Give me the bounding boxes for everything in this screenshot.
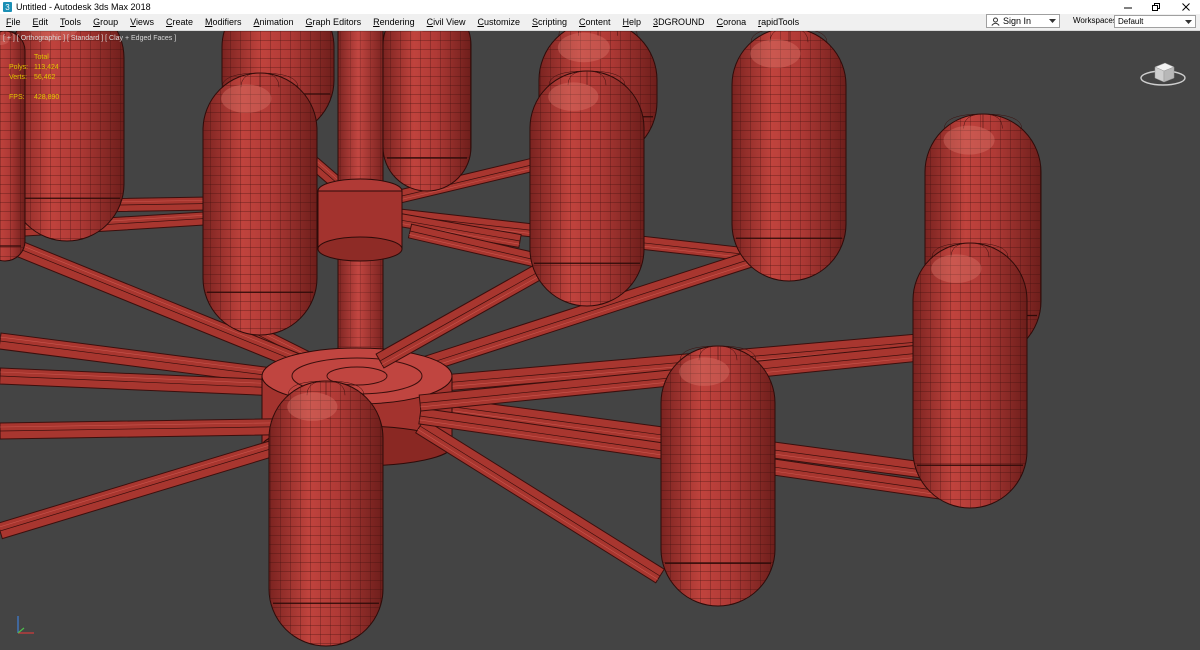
capsule-highlight: [548, 82, 599, 111]
workspaces-label: Workspaces:: [1073, 16, 1120, 25]
glass-capsule: [912, 242, 1028, 509]
title-bar: 3 Untitled - Autodesk 3ds Max 2018: [0, 0, 1200, 14]
capsule-wireframe: [269, 381, 383, 646]
verts-value: 56,462: [34, 74, 56, 81]
restore-icon: [1152, 3, 1160, 11]
menu-tools[interactable]: Tools: [54, 15, 87, 29]
glass-capsule: [382, 31, 472, 192]
chevron-down-icon: [1049, 19, 1056, 23]
polys-value: 113,424: [34, 64, 59, 71]
verts-label: Verts:: [9, 74, 27, 81]
menu-views[interactable]: Views: [124, 15, 160, 29]
menu-group[interactable]: Group: [87, 15, 124, 29]
capsule-highlight: [221, 84, 272, 113]
glass-capsule: [202, 72, 318, 336]
menu-civil-view[interactable]: Civil View: [421, 15, 472, 29]
glass-capsule: [529, 70, 645, 307]
axis-tripod-icon: [17, 616, 34, 634]
capsule-wireframe: [383, 31, 471, 191]
fps-label: FPS:: [9, 94, 25, 101]
menu-rapidtools[interactable]: rapidTools: [752, 15, 805, 29]
3dsmax-app-icon[interactable]: 3: [3, 2, 12, 12]
capsule-highlight: [931, 254, 982, 283]
menu-file[interactable]: File: [0, 15, 27, 29]
viewport-label-menu[interactable]: [ + ] [ Orthographic ] [ Standard ] [ Cl…: [3, 34, 176, 43]
user-icon: [991, 17, 1000, 26]
capsule-highlight: [750, 39, 801, 68]
capsule-wireframe: [913, 243, 1027, 508]
fps-value: 428,890: [34, 94, 60, 101]
chevron-down-icon: [1185, 20, 1192, 24]
glass-capsule: [660, 345, 776, 607]
restore-button[interactable]: [1146, 0, 1166, 14]
menu-content[interactable]: Content: [573, 15, 617, 29]
capsule-wireframe: [732, 31, 846, 281]
viewcube-icon[interactable]: [1138, 51, 1188, 91]
stats-header: Total: [34, 54, 49, 61]
capsule-highlight: [557, 32, 610, 63]
menu-create[interactable]: Create: [160, 15, 199, 29]
close-icon: [1182, 3, 1190, 11]
menu-help[interactable]: Help: [617, 15, 648, 29]
menu-rendering[interactable]: Rendering: [367, 15, 421, 29]
capsule-highlight: [943, 125, 995, 155]
window-title: Untitled - Autodesk 3ds Max 2018: [16, 2, 151, 12]
menu-modifiers[interactable]: Modifiers: [199, 15, 248, 29]
glass-capsule: [731, 31, 847, 282]
capsule-wireframe: [203, 73, 317, 335]
menu-3dground[interactable]: 3DGROUND: [647, 15, 711, 29]
workspaces-select[interactable]: Default: [1114, 15, 1196, 28]
menu-edit[interactable]: Edit: [27, 15, 55, 29]
menu-animation[interactable]: Animation: [247, 15, 299, 29]
capsule-wireframe: [661, 346, 775, 606]
glass-capsule: [268, 380, 384, 647]
menu-corona[interactable]: Corona: [711, 15, 753, 29]
polys-label: Polys:: [9, 64, 29, 71]
capsule-highlight: [679, 357, 730, 386]
minimize-icon: [1124, 7, 1132, 9]
perspective-viewport[interactable]: [ + ] [ Orthographic ] [ Standard ] [ Cl…: [0, 31, 1200, 650]
sign-in-label: Sign In: [1003, 16, 1032, 26]
svg-text:3: 3: [5, 3, 10, 12]
upper-collar-bottom: [317, 236, 403, 262]
menu-graph-editors[interactable]: Graph Editors: [300, 15, 368, 29]
close-button[interactable]: [1176, 0, 1196, 14]
capsule-highlight: [287, 392, 338, 421]
minimize-button[interactable]: [1118, 0, 1138, 14]
workspaces-value: Default: [1118, 17, 1144, 26]
sign-in-dropdown[interactable]: Sign In: [986, 14, 1060, 28]
chandelier-model[interactable]: [0, 31, 1200, 650]
menu-customize[interactable]: Customize: [471, 15, 526, 29]
menu-scripting[interactable]: Scripting: [526, 15, 573, 29]
main-menu: File Edit Tools Group Views Create Modifiers An…: [0, 14, 805, 30]
